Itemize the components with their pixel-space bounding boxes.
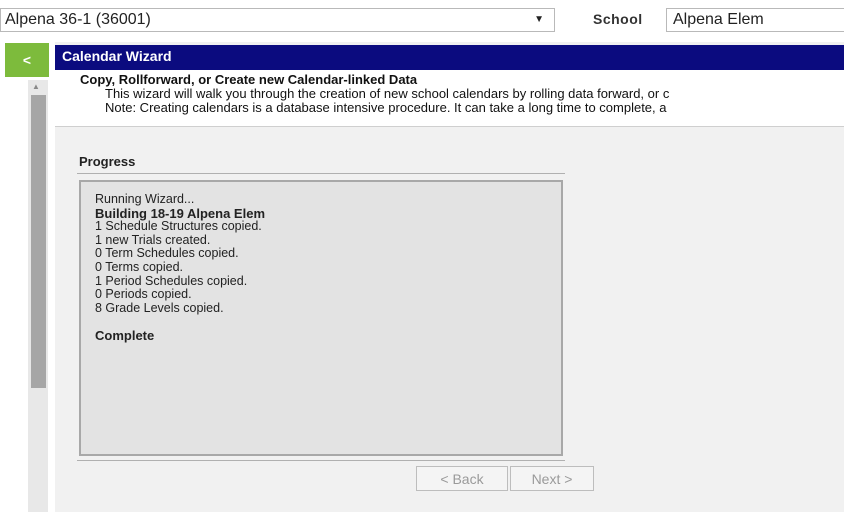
progress-log-line: 0 Terms copied. — [95, 259, 184, 274]
scrollbar-thumb[interactable] — [31, 95, 46, 388]
wizard-titlebar: Calendar Wizard — [55, 45, 844, 70]
progress-label: Progress — [79, 154, 136, 169]
wizard-description: This wizard will walk you through the cr… — [105, 86, 670, 101]
progress-running-line: Running Wizard... — [95, 192, 195, 206]
progress-building-line: Building 18-19 Alpena Elem — [95, 205, 266, 221]
next-button[interactable]: Next > — [510, 466, 594, 491]
divider — [77, 173, 565, 174]
district-select[interactable]: Alpena 36-1 (36001) ▼ — [0, 8, 555, 32]
collapse-sidebar-button[interactable]: < — [5, 43, 49, 77]
school-select-value: Alpena Elem — [673, 11, 764, 28]
progress-log-line: 8 Grade Levels copied. — [95, 300, 224, 315]
progress-log-line: 1 Period Schedules copied. — [95, 273, 248, 288]
progress-status: Complete — [95, 328, 155, 344]
progress-log-line: 1 Schedule Structures copied. — [95, 219, 262, 234]
wizard-heading: Copy, Rollforward, or Create new Calenda… — [80, 72, 418, 87]
wizard-intro: Copy, Rollforward, or Create new Calenda… — [55, 70, 844, 127]
progress-log: Running Wizard... Building 18-19 Alpena … — [79, 180, 563, 456]
caret-down-icon: ▼ — [534, 14, 544, 25]
school-label: School — [593, 11, 643, 27]
progress-log-line: 0 Periods copied. — [95, 287, 192, 302]
district-select-value: Alpena 36-1 (36001) — [5, 11, 151, 28]
top-bar: Alpena 36-1 (36001) ▼ School Alpena Elem — [0, 0, 844, 42]
back-button[interactable]: < Back — [416, 466, 508, 491]
wizard-panel: Calendar Wizard Copy, Rollforward, or Cr… — [55, 42, 844, 512]
progress-log-line: 1 new Trials created. — [95, 232, 211, 247]
wizard-note: Note: Creating calendars is a database i… — [105, 100, 667, 115]
school-select[interactable]: Alpena Elem — [666, 8, 844, 32]
progress-log-line: 0 Term Schedules copied. — [95, 246, 239, 261]
wizard-title: Calendar Wizard — [62, 48, 172, 64]
chevron-left-icon: < — [22, 52, 32, 68]
scroll-up-arrow-icon[interactable]: ▲ — [32, 82, 40, 91]
divider — [77, 460, 565, 461]
